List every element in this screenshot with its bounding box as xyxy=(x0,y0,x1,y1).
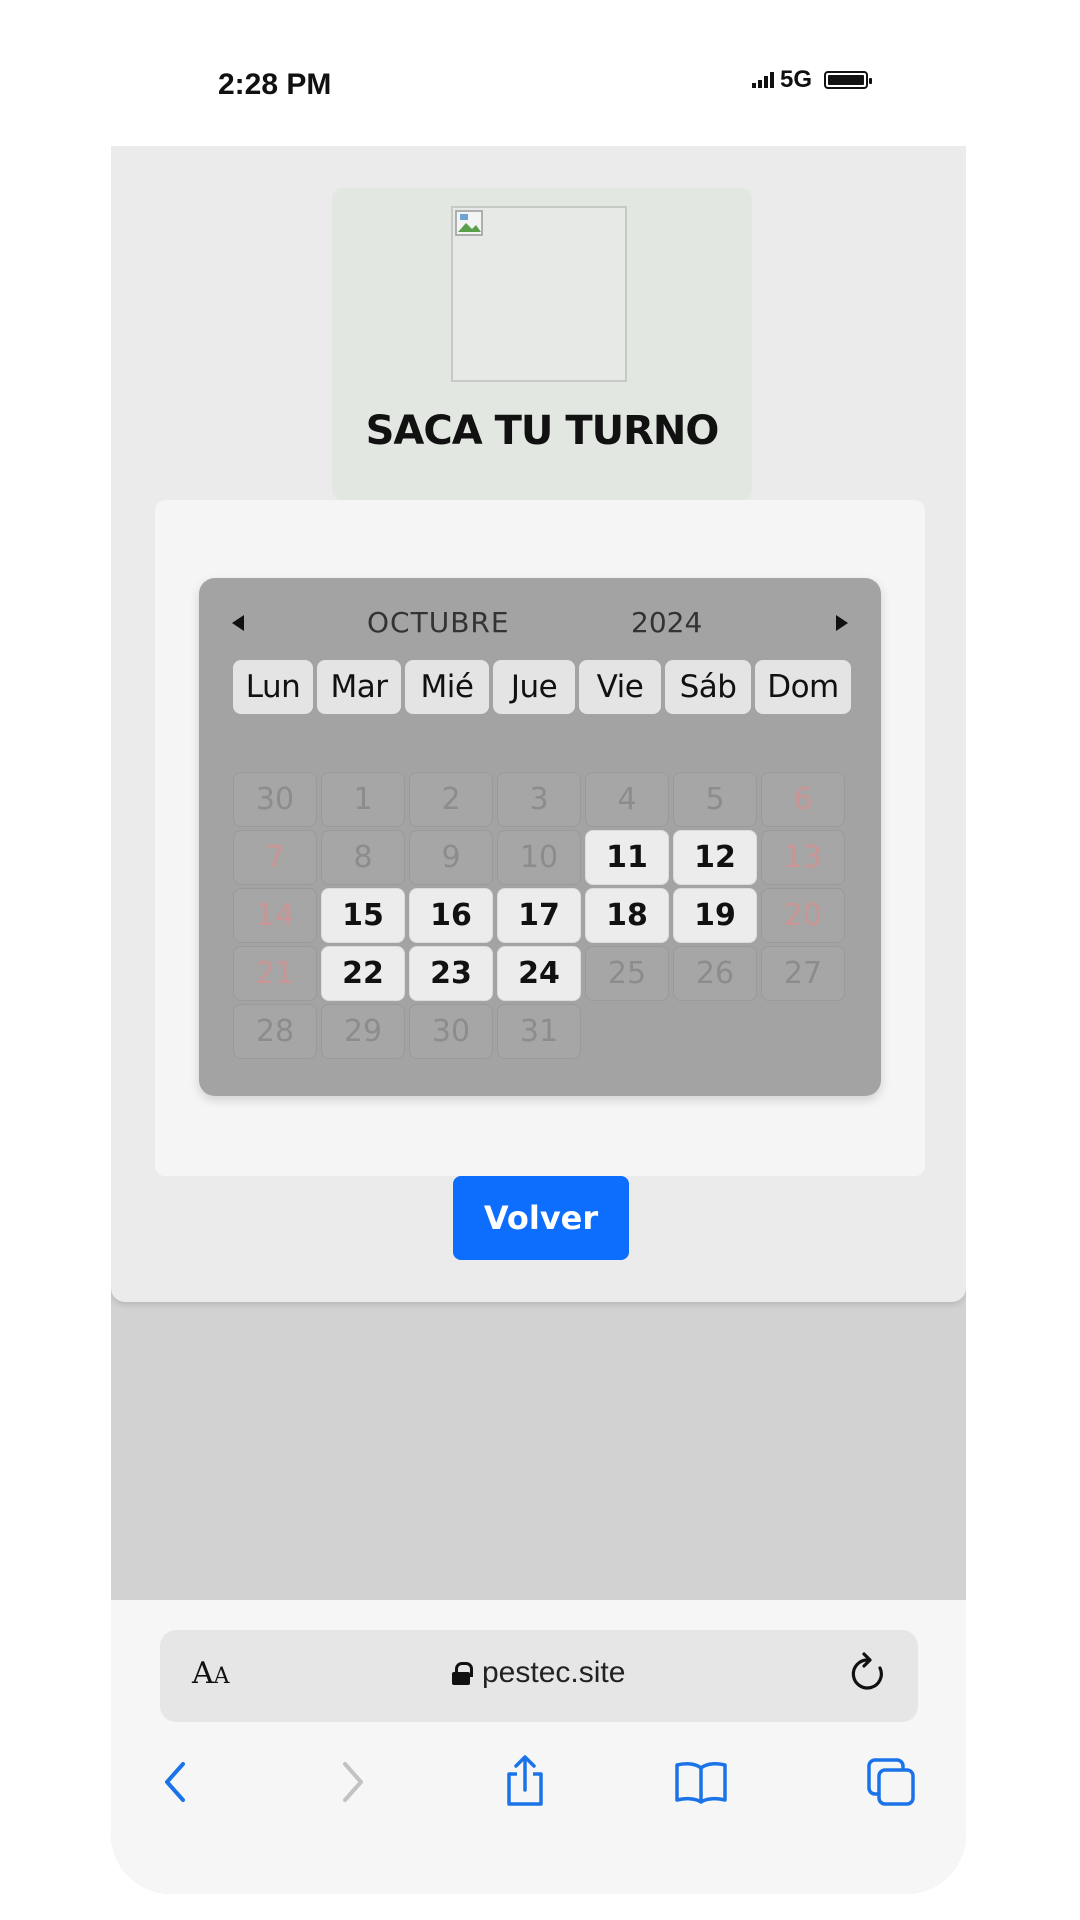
address-bar[interactable]: AA pestec.site xyxy=(160,1630,918,1722)
day-cell-19[interactable]: 19 xyxy=(673,888,757,943)
share-icon xyxy=(507,1755,543,1806)
calendar-container: OCTUBRE 2024 Lun Mar Mié Jue Vie Sáb Dom… xyxy=(155,500,925,1176)
network-label: 5G xyxy=(780,66,813,93)
text-size-button[interactable]: AA xyxy=(192,1656,230,1691)
day-cell-28: 28 xyxy=(233,1004,317,1059)
book-icon xyxy=(675,1762,727,1804)
back-button[interactable]: Volver xyxy=(453,1176,629,1260)
reload-icon[interactable] xyxy=(844,1648,892,1700)
weekday-dom: Dom xyxy=(755,660,851,714)
calendar-year: 2024 xyxy=(631,606,703,639)
day-cell-12[interactable]: 12 xyxy=(673,830,757,885)
day-cell-2: 2 xyxy=(409,772,493,827)
status-indicators: 5G xyxy=(752,66,873,94)
day-cell-16[interactable]: 16 xyxy=(409,888,493,943)
day-cell-23[interactable]: 23 xyxy=(409,946,493,1001)
day-cell-9: 9 xyxy=(409,830,493,885)
browser-bar: AA pestec.site xyxy=(111,1600,966,1894)
day-cell-5: 5 xyxy=(673,772,757,827)
calendar: OCTUBRE 2024 Lun Mar Mié Jue Vie Sáb Dom… xyxy=(199,578,881,1096)
back-nav-button[interactable] xyxy=(145,1752,205,1812)
day-cell-4: 4 xyxy=(585,772,669,827)
weekday-header: Lun Mar Mié Jue Vie Sáb Dom xyxy=(233,660,851,714)
header-box: SACA TU TURNO xyxy=(332,188,752,500)
day-cell-10: 10 xyxy=(497,830,581,885)
tabs-button[interactable] xyxy=(861,1752,921,1812)
day-cell-14: 14 xyxy=(233,888,317,943)
tabs-icon xyxy=(867,1758,915,1806)
broken-image-icon xyxy=(455,210,483,236)
browser-toolbar xyxy=(111,1736,966,1826)
days-grid: 30 1 2 3 4 5 6 7 8 9 10 11 12 13 14 15 16 17 18 19 20 21 22 23 2… xyxy=(233,772,845,1059)
day-cell-30: 30 xyxy=(233,772,317,827)
chevron-left-icon xyxy=(165,1762,185,1802)
forward-nav-button[interactable] xyxy=(323,1752,383,1812)
status-time: 2:28 PM xyxy=(218,68,332,101)
lock-icon xyxy=(452,1662,473,1685)
day-cell-8: 8 xyxy=(321,830,405,885)
prev-month-button[interactable] xyxy=(223,608,253,638)
day-cell-11[interactable]: 11 xyxy=(585,830,669,885)
arrow-right-icon xyxy=(836,615,848,631)
day-cell-29: 29 xyxy=(321,1004,405,1059)
day-cell-6: 6 xyxy=(761,772,845,827)
day-cell-18[interactable]: 18 xyxy=(585,888,669,943)
weekday-vie: Vie xyxy=(579,660,661,714)
day-cell-25: 25 xyxy=(585,946,669,1001)
page-title: SACA TU TURNO xyxy=(365,408,720,454)
day-cell-21: 21 xyxy=(233,946,317,1001)
day-cell-17[interactable]: 17 xyxy=(497,888,581,943)
arrow-left-icon xyxy=(232,615,244,631)
day-cell-15[interactable]: 15 xyxy=(321,888,405,943)
day-cell-13: 13 xyxy=(761,830,845,885)
share-button[interactable] xyxy=(495,1752,555,1812)
day-cell-24[interactable]: 24 xyxy=(497,946,581,1001)
weekday-mar: Mar xyxy=(317,660,401,714)
day-cell-3: 3 xyxy=(497,772,581,827)
day-cell-1: 1 xyxy=(321,772,405,827)
chevron-right-icon xyxy=(343,1762,363,1802)
bookmarks-button[interactable] xyxy=(671,1752,731,1812)
day-cell-20: 20 xyxy=(761,888,845,943)
url-display[interactable]: pestec.site xyxy=(452,1656,625,1690)
weekday-sab: Sáb xyxy=(665,660,751,714)
signal-icon xyxy=(752,72,774,88)
calendar-month: OCTUBRE xyxy=(367,606,510,639)
weekday-mie: Mié xyxy=(405,660,489,714)
next-month-button[interactable] xyxy=(827,608,857,638)
url-text: pestec.site xyxy=(482,1656,626,1689)
weekday-jue: Jue xyxy=(493,660,575,714)
page-card: SACA TU TURNO OCTUBRE 2024 Lun Mar Mié J… xyxy=(111,146,966,1302)
battery-icon xyxy=(824,71,873,89)
day-cell-26: 26 xyxy=(673,946,757,1001)
day-cell-27: 27 xyxy=(761,946,845,1001)
browser-viewport: SACA TU TURNO OCTUBRE 2024 Lun Mar Mié J… xyxy=(111,146,966,1894)
day-cell-7: 7 xyxy=(233,830,317,885)
day-cell-22[interactable]: 22 xyxy=(321,946,405,1001)
weekday-lun: Lun xyxy=(233,660,313,714)
logo-image xyxy=(451,206,627,382)
day-cell-30: 30 xyxy=(409,1004,493,1059)
day-cell-31: 31 xyxy=(497,1004,581,1059)
